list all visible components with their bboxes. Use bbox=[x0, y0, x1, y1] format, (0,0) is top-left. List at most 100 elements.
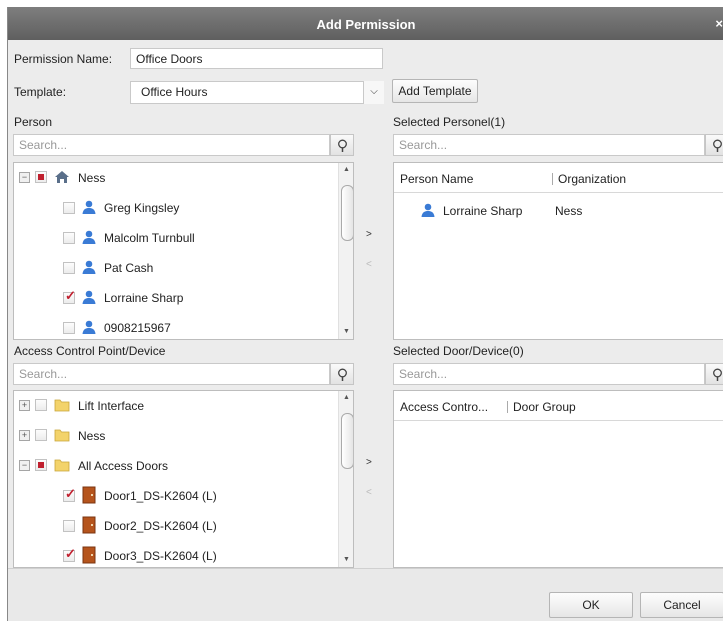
tree-node-lift-interface[interactable]: + Lift Interface bbox=[14, 391, 353, 421]
tree-node-all-access-doors[interactable]: − All Access Doors bbox=[14, 451, 353, 481]
column-header-person-name[interactable]: Person Name bbox=[400, 172, 473, 186]
person-name: Pat Cash bbox=[104, 261, 154, 275]
scroll-thumb[interactable] bbox=[341, 185, 353, 241]
person-icon bbox=[82, 230, 96, 244]
tree-node-ness[interactable]: − Ness bbox=[14, 163, 353, 193]
scroll-thumb[interactable] bbox=[341, 413, 353, 469]
home-icon bbox=[55, 171, 69, 183]
add-template-button[interactable]: Add Template bbox=[392, 79, 478, 103]
access-points-label: Access Control Point/Device bbox=[14, 344, 166, 358]
remove-door-button[interactable]: < bbox=[366, 487, 372, 498]
person-item[interactable]: ✓ Lorraine Sharp bbox=[14, 283, 353, 313]
checkbox[interactable]: ✓ bbox=[63, 288, 76, 304]
person-icon bbox=[82, 320, 96, 334]
person-label: Person bbox=[14, 115, 53, 129]
checkbox[interactable] bbox=[35, 429, 47, 441]
person-item[interactable]: Pat Cash bbox=[14, 253, 353, 283]
checkbox[interactable]: ✓ bbox=[63, 546, 76, 562]
checkbox[interactable] bbox=[35, 459, 47, 471]
checkbox[interactable]: ✓ bbox=[63, 486, 76, 502]
collapse-icon[interactable]: − bbox=[19, 172, 30, 183]
person-search-input[interactable]: Search... bbox=[13, 134, 330, 156]
template-label: Template: bbox=[14, 85, 67, 99]
person-scrollbar[interactable]: ▲ ▼ bbox=[338, 163, 353, 339]
organization-cell: Ness bbox=[555, 204, 583, 218]
person-name: Lorraine Sharp bbox=[104, 291, 184, 305]
checkbox[interactable] bbox=[63, 262, 75, 274]
person-item[interactable]: Greg Kingsley bbox=[14, 193, 353, 223]
checkbox[interactable] bbox=[63, 322, 75, 334]
chevron-down-icon[interactable]: ⌵ bbox=[363, 81, 384, 104]
selected-personel-table: Person Name Organization Lorraine Sharp … bbox=[393, 162, 723, 340]
person-name-cell: Lorraine Sharp bbox=[443, 204, 523, 218]
door-icon bbox=[82, 516, 96, 534]
person-name: Greg Kingsley bbox=[104, 201, 180, 215]
search-icon bbox=[713, 368, 722, 381]
folder-icon bbox=[54, 459, 70, 472]
tree-node-label: Ness bbox=[78, 171, 106, 185]
folder-icon bbox=[54, 399, 70, 412]
column-header-organization[interactable]: Organization bbox=[558, 172, 626, 186]
door-item[interactable]: Door2_DS-K2604 (L) bbox=[14, 511, 353, 541]
remove-person-button[interactable]: < bbox=[366, 259, 372, 270]
add-permission-dialog: Add Permission × Permission Name: Office… bbox=[7, 7, 723, 621]
expand-icon[interactable]: + bbox=[19, 400, 30, 411]
scroll-down-icon[interactable]: ▼ bbox=[343, 328, 350, 335]
door-item[interactable]: ✓ Door1_DS-K2604 (L) bbox=[14, 481, 353, 511]
door-name: Door1_DS-K2604 (L) bbox=[104, 489, 217, 503]
person-icon bbox=[82, 290, 96, 304]
scroll-up-icon[interactable]: ▲ bbox=[343, 166, 350, 173]
door-name: Door2_DS-K2604 (L) bbox=[104, 519, 217, 533]
close-icon[interactable]: × bbox=[715, 16, 723, 31]
checkbox[interactable] bbox=[35, 399, 47, 411]
search-icon bbox=[338, 139, 347, 152]
add-person-button[interactable]: > bbox=[366, 229, 372, 240]
collapse-icon[interactable]: − bbox=[19, 460, 30, 471]
selected-personel-search-input[interactable]: Search... bbox=[393, 134, 705, 156]
door-icon bbox=[82, 486, 96, 504]
checkbox[interactable] bbox=[63, 232, 75, 244]
folder-icon bbox=[54, 429, 70, 442]
scroll-up-icon[interactable]: ▲ bbox=[343, 394, 350, 401]
column-divider[interactable] bbox=[552, 173, 553, 185]
template-select[interactable]: Office Hours bbox=[130, 81, 384, 104]
scroll-down-icon[interactable]: ▼ bbox=[343, 556, 350, 563]
person-icon bbox=[82, 200, 96, 214]
column-header-door-group[interactable]: Door Group bbox=[513, 400, 576, 414]
person-name: Malcolm Turnbull bbox=[104, 231, 195, 245]
table-row[interactable]: Lorraine Sharp Ness bbox=[394, 198, 723, 228]
cancel-button[interactable]: Cancel bbox=[640, 592, 723, 618]
access-points-search-button[interactable] bbox=[330, 363, 354, 385]
expand-icon[interactable]: + bbox=[19, 430, 30, 441]
permission-name-field[interactable]: Office Doors bbox=[130, 48, 383, 69]
tree-node-ness[interactable]: + Ness bbox=[14, 421, 353, 451]
access-points-scrollbar[interactable]: ▲ ▼ bbox=[338, 391, 353, 567]
selected-doors-search-button[interactable] bbox=[705, 363, 723, 385]
dialog-footer: OK Cancel bbox=[8, 568, 723, 621]
person-item[interactable]: 0908215967 bbox=[14, 313, 353, 339]
person-tree: − Ness Greg Kingsley Malcolm Turnbull Pa… bbox=[13, 162, 354, 340]
title-bar[interactable]: Add Permission × bbox=[8, 7, 723, 40]
ok-button[interactable]: OK bbox=[549, 592, 633, 618]
search-icon bbox=[713, 139, 722, 152]
access-points-search-input[interactable]: Search... bbox=[13, 363, 330, 385]
checkbox[interactable] bbox=[35, 171, 47, 183]
column-divider[interactable] bbox=[507, 401, 508, 413]
door-icon bbox=[82, 546, 96, 564]
add-door-button[interactable]: > bbox=[366, 457, 372, 468]
table-header: Access Contro... Door Group bbox=[394, 391, 723, 421]
column-header-access-control[interactable]: Access Contro... bbox=[400, 400, 488, 414]
person-item[interactable]: Malcolm Turnbull bbox=[14, 223, 353, 253]
checkbox[interactable] bbox=[63, 202, 75, 214]
tree-node-label: Ness bbox=[78, 429, 106, 443]
door-item[interactable]: ✓ Door3_DS-K2604 (L) bbox=[14, 541, 353, 567]
selected-personel-search-button[interactable] bbox=[705, 134, 723, 156]
selected-doors-table: Access Contro... Door Group bbox=[393, 390, 723, 568]
selected-doors-label: Selected Door/Device(0) bbox=[393, 344, 524, 358]
person-search-button[interactable] bbox=[330, 134, 354, 156]
permission-name-label: Permission Name: bbox=[14, 52, 113, 66]
table-header: Person Name Organization bbox=[394, 163, 723, 193]
selected-doors-search-input[interactable]: Search... bbox=[393, 363, 705, 385]
tree-node-label: All Access Doors bbox=[78, 459, 169, 473]
checkbox[interactable] bbox=[63, 520, 75, 532]
